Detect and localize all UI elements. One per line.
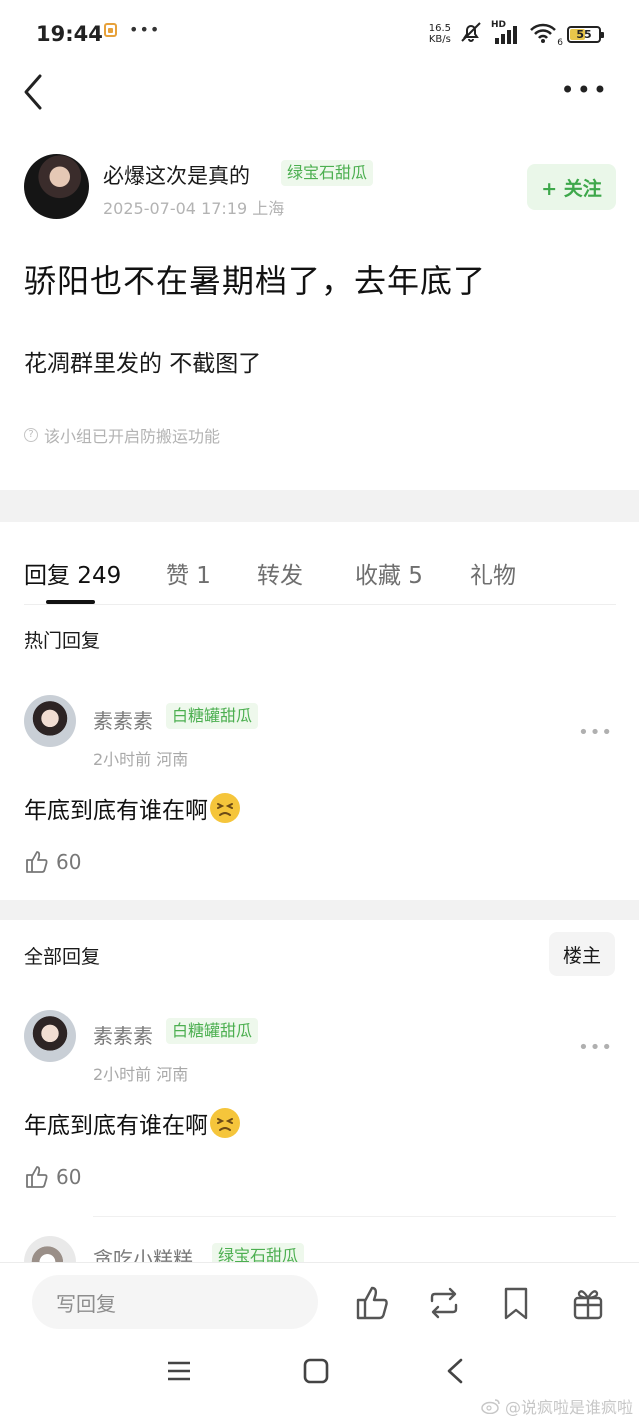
gift-button[interactable] bbox=[568, 1283, 608, 1323]
reply-author-name[interactable]: 素素素 bbox=[93, 705, 153, 734]
battery-icon: 55 bbox=[567, 25, 604, 43]
tab-gifts[interactable]: 礼物 bbox=[470, 556, 516, 590]
hot-replies-title: 热门回复 bbox=[24, 630, 101, 652]
like-post-button[interactable] bbox=[352, 1283, 392, 1323]
repost-icon bbox=[430, 1287, 458, 1319]
more-notifications-icon: ••• bbox=[129, 20, 161, 39]
status-time: 19:44 bbox=[36, 22, 103, 46]
signal-icon: HD bbox=[491, 20, 521, 46]
reply-author-name[interactable]: 素素素 bbox=[93, 1020, 153, 1049]
system-menu-button[interactable] bbox=[166, 1358, 192, 1388]
persevering-face-emoji-icon bbox=[210, 1108, 240, 1138]
author-tag: 绿宝石甜瓜 bbox=[281, 160, 374, 186]
wifi-icon: 6 bbox=[529, 22, 563, 48]
repost-button[interactable] bbox=[424, 1283, 464, 1323]
back-arrow-icon bbox=[447, 1358, 463, 1384]
like-button[interactable]: 60 bbox=[24, 849, 81, 875]
thumbs-up-icon bbox=[356, 1286, 388, 1320]
thumbs-up-icon bbox=[26, 1166, 48, 1188]
reply-meta: 2小时前 河南 bbox=[93, 750, 189, 769]
status-right-icons: 16.5 KB/s HD 6 55 bbox=[429, 20, 604, 48]
reply-author-tag: 白糖罐甜瓜 bbox=[166, 1018, 259, 1044]
system-home-button[interactable] bbox=[303, 1358, 329, 1388]
tab-favorites[interactable]: 收藏 5 bbox=[355, 556, 423, 590]
like-count: 60 bbox=[56, 1165, 82, 1189]
like-count: 60 bbox=[56, 850, 82, 874]
menu-icon bbox=[168, 1361, 190, 1381]
bookmark-button[interactable] bbox=[496, 1283, 536, 1323]
reply-text: 年底到底有谁在啊 bbox=[24, 791, 240, 825]
avatar[interactable] bbox=[24, 695, 76, 747]
network-speed: 16.5 KB/s bbox=[429, 23, 451, 45]
back-button[interactable] bbox=[18, 72, 52, 112]
weibo-logo-icon bbox=[481, 1399, 500, 1414]
all-replies-title: 全部回复 bbox=[24, 946, 101, 968]
floor-host-filter-button[interactable]: 楼主 bbox=[549, 932, 615, 976]
mute-bell-icon bbox=[459, 20, 483, 48]
network-speed-unit: KB/s bbox=[428, 34, 451, 45]
battery-level: 55 bbox=[576, 27, 592, 41]
section-divider bbox=[0, 490, 639, 522]
tab-replies[interactable]: 回复 249 bbox=[24, 556, 121, 590]
hd-label: HD bbox=[491, 20, 507, 30]
avatar[interactable] bbox=[24, 1010, 76, 1062]
reply-author-tag: 白糖罐甜瓜 bbox=[166, 703, 259, 729]
watermark-text: @说疯啦是谁疯啦 bbox=[504, 1398, 633, 1417]
anti-repost-notice: ? 该小组已开启防搬运功能 bbox=[24, 423, 220, 447]
square-home-icon bbox=[303, 1358, 329, 1384]
reply-more-button[interactable]: ••• bbox=[578, 722, 613, 743]
reply-tabs: 回复 249 赞 1 转发 收藏 5 礼物 bbox=[24, 548, 616, 604]
post-body: 花凋群里发的 不截图了 bbox=[24, 351, 262, 377]
reply-input[interactable]: 写回复 bbox=[32, 1275, 318, 1329]
reply-text-content: 年底到底有谁在啊 bbox=[24, 798, 208, 824]
bookmark-icon bbox=[504, 1287, 528, 1320]
persevering-face-emoji-icon bbox=[210, 793, 240, 823]
more-options-button[interactable]: ••• bbox=[561, 78, 609, 102]
status-bar: 19:44 ••• 16.5 KB/s HD 6 55 bbox=[0, 0, 639, 64]
wifi-sub: 6 bbox=[557, 38, 563, 48]
thumbs-up-icon bbox=[26, 851, 48, 873]
tab-reposts[interactable]: 转发 bbox=[257, 556, 303, 590]
gift-icon bbox=[573, 1290, 603, 1320]
reply-text-content: 年底到底有谁在啊 bbox=[24, 1113, 208, 1139]
post-meta: 2025-07-04 17:19 上海 bbox=[103, 199, 285, 218]
post-title: 骄阳也不在暑期档了，去年底了 bbox=[24, 262, 487, 300]
notice-text: 该小组已开启防搬运功能 bbox=[44, 427, 221, 446]
tabs-divider bbox=[24, 604, 616, 605]
section-divider bbox=[0, 900, 639, 920]
like-button[interactable]: 60 bbox=[24, 1164, 81, 1190]
network-speed-value: 16.5 bbox=[428, 23, 451, 34]
watermark: @说疯啦是谁疯啦 bbox=[481, 1394, 633, 1418]
reply-more-button[interactable]: ••• bbox=[578, 1037, 613, 1058]
follow-button[interactable]: + 关注 bbox=[527, 164, 616, 210]
author-name[interactable]: 必爆这次是真的 bbox=[103, 160, 250, 190]
author-avatar[interactable] bbox=[24, 154, 89, 219]
reply-text: 年底到底有谁在啊 bbox=[24, 1106, 240, 1140]
reply-meta: 2小时前 河南 bbox=[93, 1065, 189, 1084]
app-notification-icon bbox=[104, 23, 117, 37]
system-back-button[interactable] bbox=[443, 1358, 469, 1388]
reply-divider bbox=[93, 1216, 616, 1217]
chevron-left-icon bbox=[24, 74, 42, 110]
status-left-icons: ••• bbox=[104, 22, 160, 38]
question-circle-icon: ? bbox=[24, 428, 38, 442]
tab-likes[interactable]: 赞 1 bbox=[166, 556, 211, 590]
